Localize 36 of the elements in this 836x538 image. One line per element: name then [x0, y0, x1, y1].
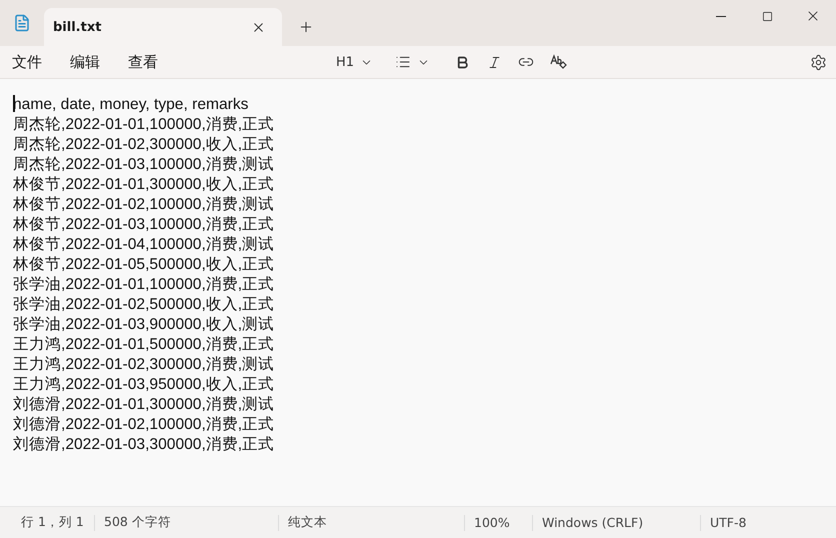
status-text: 行 1，列 1	[21, 514, 84, 531]
document-tab[interactable]: bill.txt	[44, 8, 282, 46]
notepad-icon	[13, 14, 31, 32]
plus-icon	[298, 19, 314, 35]
text-line: 张学油,2022-01-01,100000,消费,正式	[13, 275, 276, 295]
text-line: 林俊节,2022-01-03,100000,消费,正式	[13, 215, 276, 235]
text-line: 刘德滑,2022-01-01,300000,消费,测试	[13, 395, 276, 415]
menu-item[interactable]: 查看	[120, 48, 166, 76]
clear-formatting-icon	[549, 53, 567, 71]
text-line: 王力鸿,2022-01-01,500000,消费,正式	[13, 335, 276, 355]
italic-icon	[486, 54, 502, 70]
status-text: 100%	[474, 515, 510, 530]
menu-item[interactable]: 编辑	[62, 48, 108, 76]
settings-icon	[810, 54, 826, 70]
status-text: 纯文本	[288, 514, 327, 531]
text-line: 周杰轮,2022-01-02,300000,收入,正式	[13, 135, 276, 155]
menu-item[interactable]: 文件	[4, 48, 50, 76]
text-line: 林俊节,2022-01-05,500000,收入,正式	[13, 255, 276, 275]
status-text: 508 个字符	[104, 514, 171, 531]
text-line: 林俊节,2022-01-01,300000,收入,正式	[13, 175, 276, 195]
text-line: 张学油,2022-01-03,900000,收入,测试	[13, 315, 276, 335]
status-text: Windows (CRLF)	[542, 515, 644, 530]
text-line: 张学油,2022-01-02,500000,收入,正式	[13, 295, 276, 315]
maximize-icon	[762, 10, 772, 22]
tab-title: bill.txt	[53, 20, 102, 34]
status-text: UTF-8	[710, 515, 746, 530]
text-line: 刘德滑,2022-01-02,100000,消费,正式	[13, 415, 276, 435]
text-cursor	[13, 95, 14, 112]
text-line: 林俊节,2022-01-04,100000,消费,测试	[13, 235, 276, 255]
text-line: 林俊节,2022-01-02,100000,消费,测试	[13, 195, 276, 215]
text-line: 王力鸿,2022-01-03,950000,收入,正式	[13, 375, 276, 395]
text-line: 周杰轮,2022-01-03,100000,消费,测试	[13, 155, 276, 175]
text-line: 刘德滑,2022-01-03,300000,消费,正式	[13, 435, 276, 455]
heading-dropdown[interactable]: H1	[330, 50, 379, 74]
text-line: 周杰轮,2022-01-01,100000,消费,正式	[13, 115, 276, 135]
text-line: 王力鸿,2022-01-02,300000,消费,测试	[13, 355, 276, 375]
